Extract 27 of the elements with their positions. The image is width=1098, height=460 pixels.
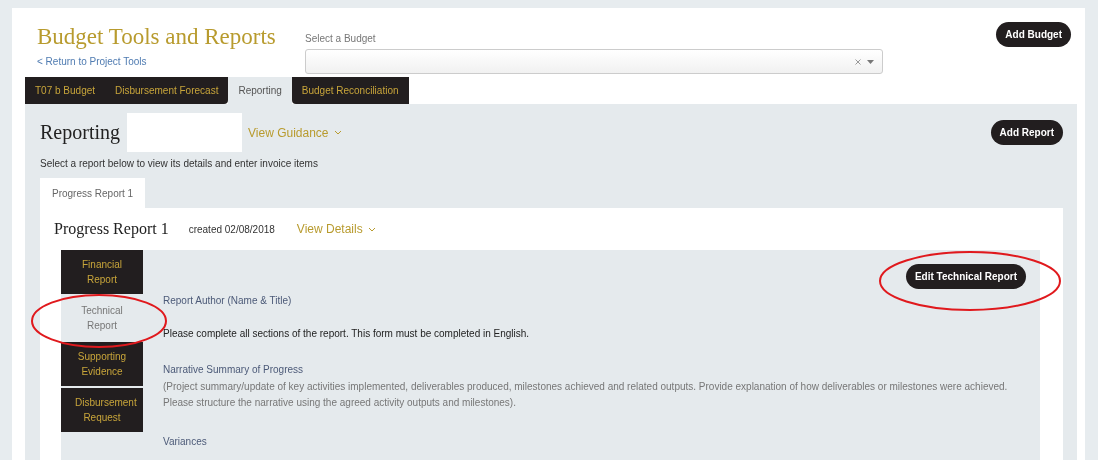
edit-report-button[interactable]: Edit Technical Report — [905, 264, 1026, 289]
created-date: created 02/08/2018 — [188, 223, 275, 235]
tab[interactable]: Disbursement Forecast — [105, 77, 229, 104]
dropdown-caret-icon[interactable] — [867, 59, 874, 64]
report-tab[interactable]: Progress Report 1 — [40, 178, 146, 208]
chevron-icon — [367, 226, 376, 232]
section-tab[interactable]: Financial Report — [61, 250, 143, 294]
chevron-icon — [333, 130, 342, 135]
tab[interactable]: Reporting — [228, 77, 292, 104]
instruction-text: Select a report below to view its details and enter invoice items — [40, 158, 319, 169]
page-title: Budget Tools and Reports — [37, 24, 277, 50]
add-budget-button[interactable]: Add Budget — [996, 22, 1071, 47]
section-tab[interactable]: Disbursement Request — [61, 388, 143, 432]
field-label: Report Author (Name & Title) — [163, 295, 293, 306]
tab[interactable]: Budget Reconciliation — [291, 77, 409, 104]
field-heading: Variances — [163, 436, 208, 447]
clear-icon[interactable] — [855, 58, 861, 65]
back-link[interactable]: < Return to Project Tools — [37, 56, 147, 67]
instruction-text: Please complete all sections of the report. This form must be completed in English. — [163, 328, 531, 339]
report-title: Progress Report 1 — [54, 220, 169, 238]
select-label: Select a Budget — [305, 33, 377, 44]
add-report-button[interactable]: Add Report — [990, 120, 1063, 145]
field-heading: Narrative Summary of Progress — [163, 364, 305, 375]
section-title: Reporting — [40, 121, 120, 144]
section-tab[interactable]: Supporting Evidence — [61, 342, 143, 386]
tab[interactable]: T07 b Budget — [25, 77, 106, 104]
help-text: (Project summary/update of key activities implemented, deliverables produced, milestones achieved and related outputs. Provide explanation of how deliverables or milestones were achieved. Please structure the narrative using the agreed activity outputs and milestones). — [163, 380, 1009, 410]
